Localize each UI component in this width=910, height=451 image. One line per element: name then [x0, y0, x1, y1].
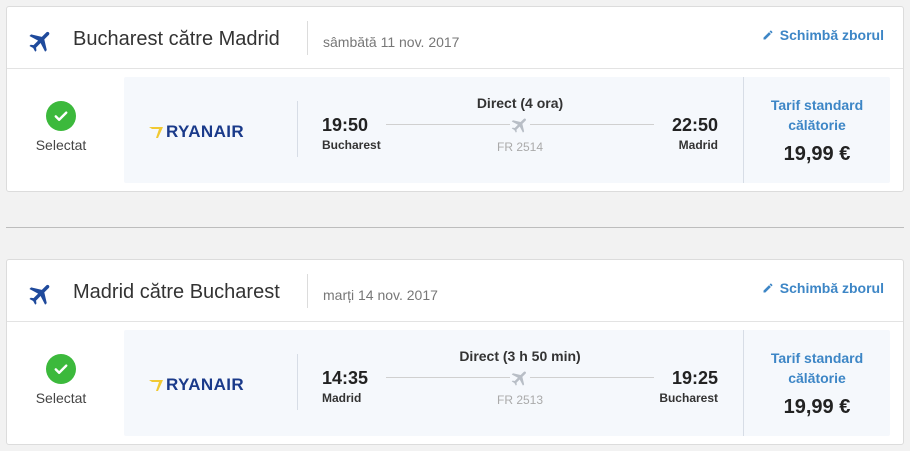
pencil-icon [763, 30, 773, 40]
selected-indicator[interactable]: Selectat [31, 354, 91, 406]
flight-duration: Direct (4 ora) [476, 95, 564, 111]
flight-details-panel: RYANAIR 14:35 Madrid Direct (3 h 50 min)… [124, 330, 890, 436]
outbound-flight-card: Bucharest către Madrid sâmbătă 11 nov. 2… [6, 6, 904, 192]
arrival: 19:25 Bucharest [659, 368, 718, 405]
small-airplane-icon [510, 115, 530, 135]
airline-logo: RYANAIR [149, 122, 244, 142]
airplane-icon [29, 284, 50, 305]
departure: 14:35 Madrid [322, 368, 368, 405]
fare-name[interactable]: Tarif standard călătorie [744, 348, 890, 388]
flight-number: FR 2514 [496, 140, 544, 154]
selected-label: Selectat [35, 390, 87, 406]
logo-separator [297, 354, 298, 410]
fare-name[interactable]: Tarif standard călătorie [744, 95, 890, 135]
change-flight-link[interactable]: Schimbă zborul [762, 27, 884, 43]
change-flight-label: Schimbă zborul [779, 27, 884, 43]
flight-duration: Direct (3 h 50 min) [459, 348, 581, 364]
flight-date: sâmbătă 11 nov. 2017 [323, 34, 460, 50]
change-flight-link[interactable]: Schimbă zborul [762, 280, 884, 296]
airplane-icon [29, 31, 50, 52]
departure-city: Madrid [322, 391, 362, 405]
header-separator [307, 274, 308, 308]
outbound-body: Selectat RYANAIR 19:50 Bucharest Direct … [7, 69, 903, 191]
outbound-header: Bucharest către Madrid sâmbătă 11 nov. 2… [7, 7, 903, 69]
arrival: 22:50 Madrid [672, 115, 718, 152]
fare-price: 19,99 € [783, 396, 851, 418]
flight-details-panel: RYANAIR 19:50 Bucharest Direct (4 ora) F… [124, 77, 890, 183]
selected-indicator[interactable]: Selectat [31, 101, 91, 153]
check-icon [46, 354, 76, 384]
arrival-time: 19:25 [671, 368, 718, 388]
inbound-header: Madrid către Bucharest marți 14 nov. 201… [7, 260, 903, 322]
inbound-body: Selectat RYANAIR 14:35 Madrid Direct (3 … [7, 322, 903, 444]
change-flight-label: Schimbă zborul [779, 280, 884, 296]
route-title: Bucharest către Madrid [73, 28, 280, 50]
flight-route: Direct (3 h 50 min) FR 2513 [386, 348, 654, 418]
flight-number: FR 2513 [496, 393, 544, 407]
harp-icon [149, 126, 163, 138]
flight-date: marți 14 nov. 2017 [323, 287, 438, 303]
flight-route: Direct (4 ora) FR 2514 [386, 95, 654, 165]
fare-box[interactable]: Tarif standard călătorie 19,99 € [744, 77, 890, 166]
departure-city: Bucharest [322, 138, 381, 152]
small-airplane-icon [510, 368, 530, 388]
selected-label: Selectat [35, 137, 87, 153]
pencil-icon [763, 283, 773, 293]
harp-icon [149, 379, 163, 391]
check-icon [46, 101, 76, 131]
departure-time: 19:50 [322, 115, 369, 135]
airline-name: RYANAIR [166, 122, 245, 141]
departure-time: 14:35 [322, 368, 369, 388]
airline-logo: RYANAIR [149, 375, 244, 395]
arrival-city: Bucharest [659, 391, 718, 405]
departure: 19:50 Bucharest [322, 115, 381, 152]
section-divider [6, 227, 904, 228]
airline-name: RYANAIR [166, 375, 245, 394]
header-separator [307, 21, 308, 55]
inbound-flight-card: Madrid către Bucharest marți 14 nov. 201… [6, 259, 904, 445]
fare-box[interactable]: Tarif standard călătorie 19,99 € [744, 330, 890, 419]
arrival-city: Madrid [678, 138, 718, 152]
fare-price: 19,99 € [783, 143, 851, 165]
route-title: Madrid către Bucharest [73, 281, 280, 303]
logo-separator [297, 101, 298, 157]
arrival-time: 22:50 [671, 115, 718, 135]
